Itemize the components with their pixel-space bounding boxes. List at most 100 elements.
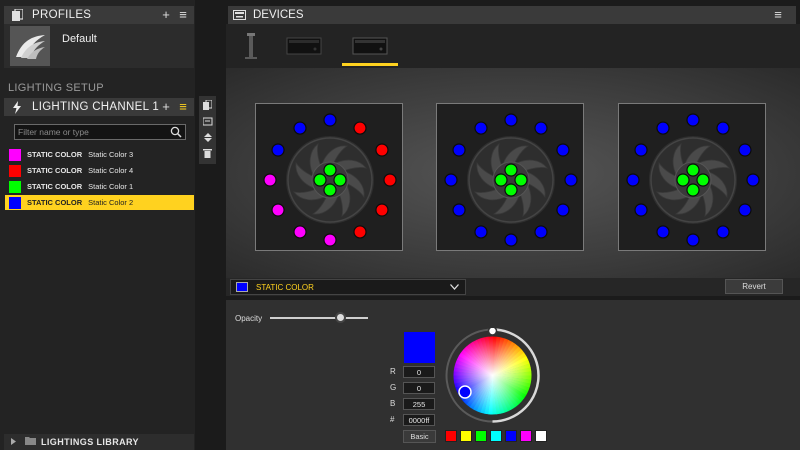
fan-preview-3[interactable] [618, 103, 766, 251]
search-icon[interactable] [170, 126, 182, 138]
green-input[interactable] [403, 382, 435, 394]
palette-swatch[interactable] [490, 430, 502, 442]
fan-center-led [686, 183, 700, 197]
layer-name: Static Color 4 [88, 166, 134, 175]
fan-led [504, 233, 518, 247]
layer-item[interactable]: STATIC COLOR Static Color 2 [5, 195, 194, 210]
layer-color-swatch [9, 180, 21, 193]
wheel-color-handle[interactable] [458, 385, 472, 399]
lightings-library[interactable]: LIGHTINGS LIBRARY [4, 434, 194, 450]
chevron-right-icon[interactable] [11, 436, 16, 448]
effect-type-dropdown[interactable]: STATIC COLOR [230, 279, 466, 295]
palette-swatch[interactable] [460, 430, 472, 442]
palette-swatch[interactable] [475, 430, 487, 442]
fan-led [323, 113, 337, 127]
fan-led [634, 203, 648, 217]
add-profile-button[interactable]: + [160, 8, 172, 21]
opacity-slider-handle[interactable] [335, 312, 347, 323]
preset-palette [445, 430, 550, 442]
edit-icon[interactable] [202, 115, 214, 127]
fan-led [271, 203, 285, 217]
filter-input[interactable] [18, 126, 168, 138]
channel-menu-icon[interactable]: ≡ [177, 100, 189, 113]
fan-led [293, 225, 307, 239]
layer-toolstrip [199, 96, 216, 164]
profile-name: Default [62, 33, 97, 45]
devices-menu-icon[interactable]: ≡ [772, 8, 784, 21]
fan-led [564, 173, 578, 187]
add-layer-button[interactable]: + [160, 100, 172, 113]
device-thumbnail-strip [226, 24, 800, 68]
chevron-down-icon[interactable] [450, 281, 459, 293]
layer-type: STATIC COLOR [27, 182, 83, 191]
devices-header: DEVICES ≡ [228, 6, 796, 24]
fan-preview-2[interactable] [436, 103, 584, 251]
fan-center-led [504, 183, 518, 197]
fan-led [686, 233, 700, 247]
profile-item-default[interactable]: Default [4, 24, 194, 68]
layer-name: Static Color 3 [88, 150, 134, 159]
fan-led [716, 225, 730, 239]
palette-swatch[interactable] [505, 430, 517, 442]
lighting-setup-label: LIGHTING SETUP [8, 82, 104, 94]
fan-led [634, 143, 648, 157]
b-label: B [390, 399, 396, 408]
layer-color-swatch [9, 164, 21, 177]
fan-led [263, 173, 277, 187]
palette-swatch[interactable] [520, 430, 532, 442]
swap-icon[interactable] [202, 131, 214, 143]
fan-led [746, 173, 760, 187]
revert-button[interactable]: Revert [725, 279, 783, 294]
trash-icon[interactable] [202, 147, 214, 159]
fan-center-led [696, 173, 710, 187]
layer-name: Static Color 1 [88, 182, 134, 191]
profiles-icon [10, 8, 24, 22]
device-thumb-stand[interactable] [240, 28, 262, 64]
color-wheel[interactable] [445, 326, 540, 423]
folder-icon [25, 436, 36, 448]
fan-led [556, 203, 570, 217]
basic-button[interactable]: Basic [403, 430, 436, 443]
palette-swatch[interactable] [535, 430, 547, 442]
fan-led [323, 233, 337, 247]
fan-led [504, 113, 518, 127]
profiles-menu-icon[interactable]: ≡ [177, 8, 189, 21]
effect-type-label: STATIC COLOR [256, 282, 314, 292]
fan-center-led [676, 173, 690, 187]
copy-icon[interactable] [202, 99, 214, 111]
palette-swatch[interactable] [445, 430, 457, 442]
fan-led [271, 143, 285, 157]
lighting-channel-title: LIGHTING CHANNEL 1 [32, 101, 160, 113]
fan-led [375, 203, 389, 217]
fan-led [626, 173, 640, 187]
layer-item[interactable]: STATIC COLOR Static Color 4 [5, 163, 194, 178]
device-thumb-controller[interactable] [342, 28, 398, 66]
devices-title: DEVICES [253, 9, 304, 21]
layer-item[interactable]: STATIC COLOR Static Color 3 [5, 147, 194, 162]
fan-led [534, 225, 548, 239]
fan-led [686, 113, 700, 127]
lightning-icon [10, 100, 24, 114]
fan-led [556, 143, 570, 157]
g-label: G [390, 383, 397, 392]
fan-center-led [323, 183, 337, 197]
fan-center-led [313, 173, 327, 187]
blue-input[interactable] [403, 398, 435, 410]
r-label: R [390, 367, 396, 376]
hex-input[interactable] [403, 414, 435, 426]
layer-type: STATIC COLOR [27, 198, 83, 207]
red-input[interactable] [403, 366, 435, 378]
layer-item[interactable]: STATIC COLOR Static Color 1 [5, 179, 194, 194]
library-title: LIGHTINGS LIBRARY [41, 437, 139, 447]
wheel-brightness-handle[interactable] [487, 326, 498, 336]
keyboard-icon [233, 10, 246, 20]
fan-preview-1[interactable] [255, 103, 403, 251]
opacity-slider-track[interactable] [270, 317, 368, 319]
fan-center-led [494, 173, 508, 187]
layer-type: STATIC COLOR [27, 166, 83, 175]
main-area: DEVICES ≡ STATIC COLOR Revert Opacity R … [226, 0, 800, 450]
fan-led [474, 121, 488, 135]
fan-led [353, 225, 367, 239]
device-thumb-hub[interactable] [284, 28, 324, 64]
hex-label: # [390, 415, 395, 424]
